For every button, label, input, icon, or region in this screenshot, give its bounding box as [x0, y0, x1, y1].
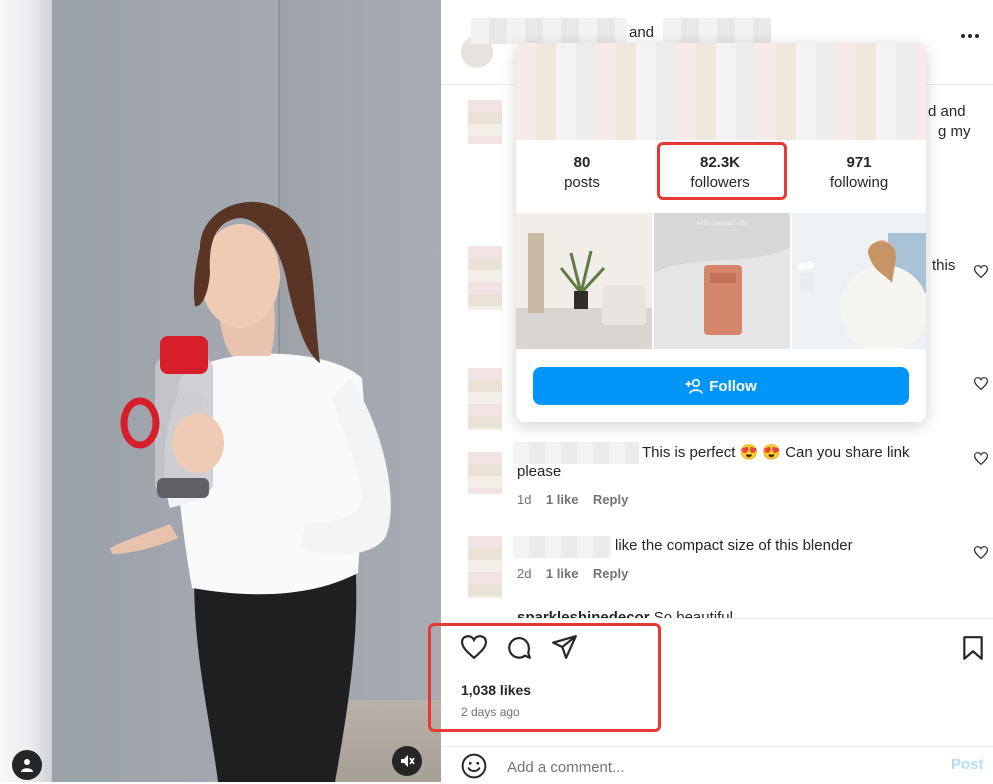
add-person-icon [685, 378, 704, 394]
posts-label: posts [564, 174, 600, 191]
caption-fragment: g my [938, 123, 971, 140]
comment-author-blurred[interactable] [513, 442, 639, 464]
followers-label: followers [690, 174, 750, 191]
comment-like-count[interactable]: 1 like [546, 492, 579, 507]
reply-button[interactable]: Reply [593, 566, 628, 581]
followers-count: 82.3K [699, 154, 741, 171]
thumbnail-image: with essential oils [654, 213, 790, 349]
comment-meta: 1d 1 like Reply [517, 492, 628, 507]
curtain-backdrop [0, 0, 52, 782]
comment-like-icon[interactable] [974, 452, 988, 465]
comment-age: 2d [517, 566, 532, 581]
reply-button[interactable]: Reply [593, 492, 628, 507]
comment-like-count[interactable]: 1 like [546, 566, 579, 581]
header-and-text: and [629, 24, 655, 41]
more-horizontal-icon[interactable] [961, 34, 979, 38]
video-player[interactable] [0, 0, 441, 782]
comment-fragment: this [932, 257, 956, 274]
followers-stat[interactable]: 82.3K followers [660, 154, 780, 191]
thumbnail-image [792, 213, 926, 349]
comment-icon[interactable] [506, 635, 532, 661]
post-comment-button[interactable]: Post [951, 756, 984, 773]
comment-meta: 2d 1 like Reply [517, 566, 628, 581]
comment-author[interactable]: sparkleshinedecor [517, 609, 650, 618]
person-icon [21, 759, 33, 772]
author-name-blurred[interactable] [471, 18, 626, 44]
profile-hover-card: 80 posts 82.3K followers 971 following w… [516, 43, 926, 422]
comment-like-icon[interactable] [974, 377, 988, 390]
video-frame-person [110, 201, 391, 782]
coauthor-name-blurred[interactable] [663, 18, 771, 44]
comment-text: So beautiful [653, 609, 733, 618]
avatar[interactable] [468, 246, 502, 310]
follow-button[interactable]: Follow [533, 367, 909, 405]
avatar[interactable] [468, 452, 502, 494]
bookmark-icon[interactable] [962, 635, 984, 661]
avatar[interactable] [468, 368, 502, 430]
posts-stat[interactable]: 80 posts [522, 154, 642, 191]
comment-author-blurred[interactable] [513, 536, 611, 558]
following-stat[interactable]: 971 following [799, 154, 919, 191]
mute-button[interactable] [392, 746, 422, 776]
follow-label: Follow [709, 377, 757, 395]
volume-off-icon [401, 755, 415, 767]
post-thumbnail[interactable] [792, 213, 926, 349]
share-icon[interactable] [552, 635, 578, 659]
heart-icon[interactable] [461, 635, 487, 659]
comment-text: like the compact size of this blender [615, 537, 853, 554]
following-label: following [829, 174, 889, 191]
emoji-icon[interactable] [461, 753, 487, 779]
comment-like-icon[interactable] [974, 546, 988, 559]
comment-like-icon[interactable] [974, 265, 988, 278]
profile-header-blurred[interactable] [516, 43, 926, 140]
comment-cut-off: sparkleshinedecor So beautiful [517, 609, 733, 618]
posts-count: 80 [573, 154, 591, 171]
caption-fragment: d and [928, 103, 966, 120]
avatar[interactable] [468, 536, 502, 598]
comment-bar: Post [441, 746, 993, 784]
avatar[interactable] [468, 100, 502, 144]
following-count: 971 [846, 154, 872, 171]
comment-input[interactable] [505, 755, 909, 779]
comment-age: 1d [517, 492, 532, 507]
comment-text: This is perfect 😍 😍 Can you share link [642, 444, 910, 461]
comment-text: please [517, 463, 562, 480]
post-thumbnail[interactable] [516, 213, 652, 349]
thumbnail-caption: with essential oils [697, 219, 747, 227]
tagged-users-button[interactable] [12, 750, 42, 780]
post-thumbnail[interactable]: with essential oils [654, 213, 790, 349]
likes-count[interactable]: 1,038 likes [461, 682, 531, 698]
post-timestamp[interactable]: 2 days ago [461, 705, 520, 719]
post-actions: 1,038 likes 2 days ago Post [441, 618, 993, 783]
thumbnail-image [516, 213, 652, 349]
